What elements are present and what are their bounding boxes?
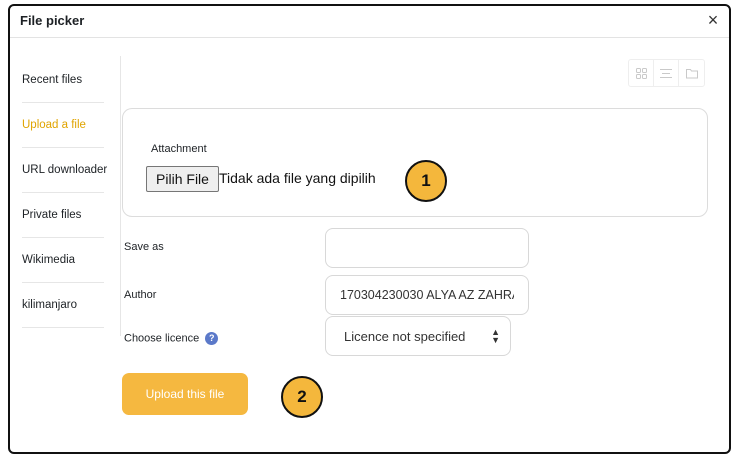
close-icon: ×: [707, 10, 719, 30]
view-toggle-group: [628, 59, 705, 87]
attachment-label: Attachment: [151, 143, 207, 155]
list-view-icon: [660, 68, 672, 78]
sidebar-item-wikimedia[interactable]: Wikimedia: [22, 238, 104, 283]
grid-view-button[interactable]: [629, 60, 654, 86]
sidebar-item-url-downloader[interactable]: URL downloader: [22, 148, 107, 193]
folder-view-icon: [685, 68, 698, 78]
no-file-chosen-text: Tidak ada file yang dipilih: [219, 170, 376, 186]
close-button[interactable]: ×: [703, 8, 723, 32]
sidebar-item-kilimanjaro[interactable]: kilimanjaro: [22, 283, 104, 328]
author-input[interactable]: [325, 275, 529, 315]
choose-licence-label-text: Choose licence: [124, 332, 200, 345]
grid-view-icon: [635, 67, 647, 79]
choose-file-button[interactable]: Pilih File: [146, 166, 219, 192]
annotation-badge-1: 1: [405, 160, 447, 202]
upload-this-file-button[interactable]: Upload this file: [122, 373, 248, 415]
folder-view-button[interactable]: [679, 60, 704, 86]
sidebar-item-upload-a-file[interactable]: Upload a file: [22, 103, 104, 148]
annotation-badge-2: 2: [281, 376, 323, 418]
licence-select-value: Licence not specified: [344, 329, 466, 344]
list-view-button[interactable]: [654, 60, 679, 86]
select-arrows-icon: ▲ ▼: [491, 327, 500, 345]
dialog-title: File picker: [20, 13, 85, 28]
choose-licence-label: Choose licence?: [124, 332, 219, 345]
sidebar-divider: [120, 56, 121, 336]
author-label: Author: [124, 289, 157, 301]
sidebar-item-private-files[interactable]: Private files: [22, 193, 104, 238]
sidebar-item-recent-files[interactable]: Recent files: [22, 58, 104, 103]
save-as-input[interactable]: [325, 228, 529, 268]
licence-select[interactable]: Licence not specified ▲ ▼: [325, 316, 511, 356]
help-icon[interactable]: ?: [205, 332, 219, 345]
dialog-header: File picker ×: [10, 6, 729, 38]
save-as-label: Save as: [124, 241, 164, 253]
